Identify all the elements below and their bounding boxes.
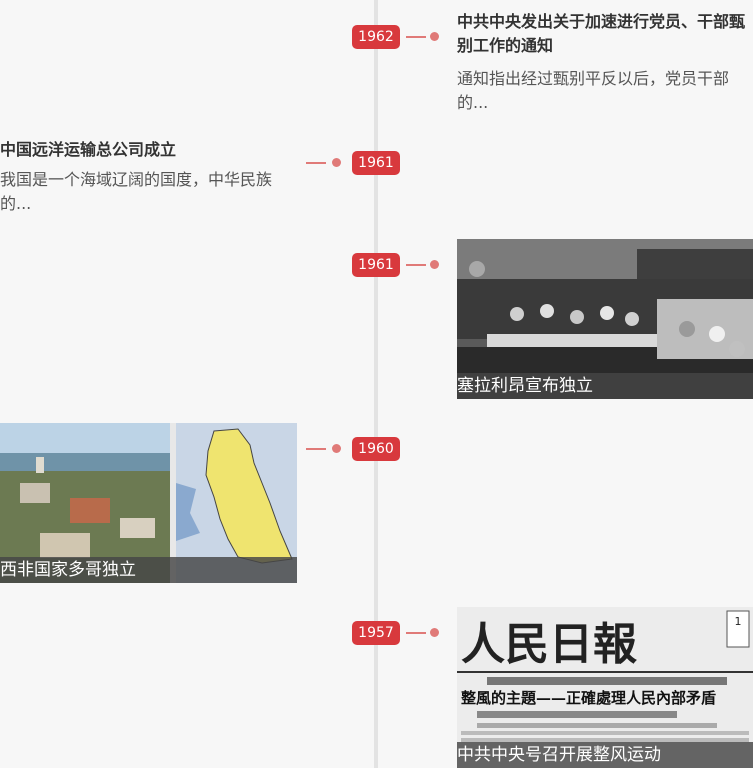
newspaper-masthead: 人民日報 bbox=[461, 619, 637, 670]
event-caption: 塞拉利昂宣布独立 bbox=[457, 373, 753, 399]
svg-text:1: 1 bbox=[735, 615, 742, 628]
event-description: 通知指出经过甄别平反以后，党员干部的... bbox=[457, 69, 730, 112]
connector bbox=[306, 444, 342, 454]
year-badge: 1961 bbox=[352, 253, 400, 277]
year-badge: 1960 bbox=[352, 437, 400, 461]
connector bbox=[406, 628, 439, 638]
event-description: 我国是一个海域辽阔的国度，中华民族的... bbox=[0, 170, 273, 213]
year-badge: 1957 bbox=[352, 621, 400, 645]
event-image-card[interactable]: 人民日報 1 整風的主題——正確處理人民內部矛盾 中共中央号召开展整风运动 bbox=[457, 607, 753, 768]
event-image-card[interactable]: 塞拉利昂宣布独立 bbox=[457, 239, 753, 399]
event-image-card[interactable]: 西非国家多哥独立 bbox=[0, 423, 297, 583]
connector bbox=[406, 260, 439, 270]
event-caption: 中共中央号召开展整风运动 bbox=[457, 742, 753, 768]
connector bbox=[306, 158, 342, 168]
year-badge: 1961 bbox=[352, 151, 400, 175]
event-title[interactable]: 中国远洋运输总公司成立 bbox=[0, 138, 290, 162]
year-badge: 1962 bbox=[352, 25, 400, 49]
event-title[interactable]: 中共中央发出关于加速进行党员、干部甄别工作的通知 bbox=[457, 10, 747, 58]
connector bbox=[406, 32, 439, 42]
timeline-axis bbox=[374, 0, 378, 768]
event-caption: 西非国家多哥独立 bbox=[0, 557, 297, 583]
newspaper-headline: 整風的主題——正確處理人民內部矛盾 bbox=[461, 689, 716, 707]
